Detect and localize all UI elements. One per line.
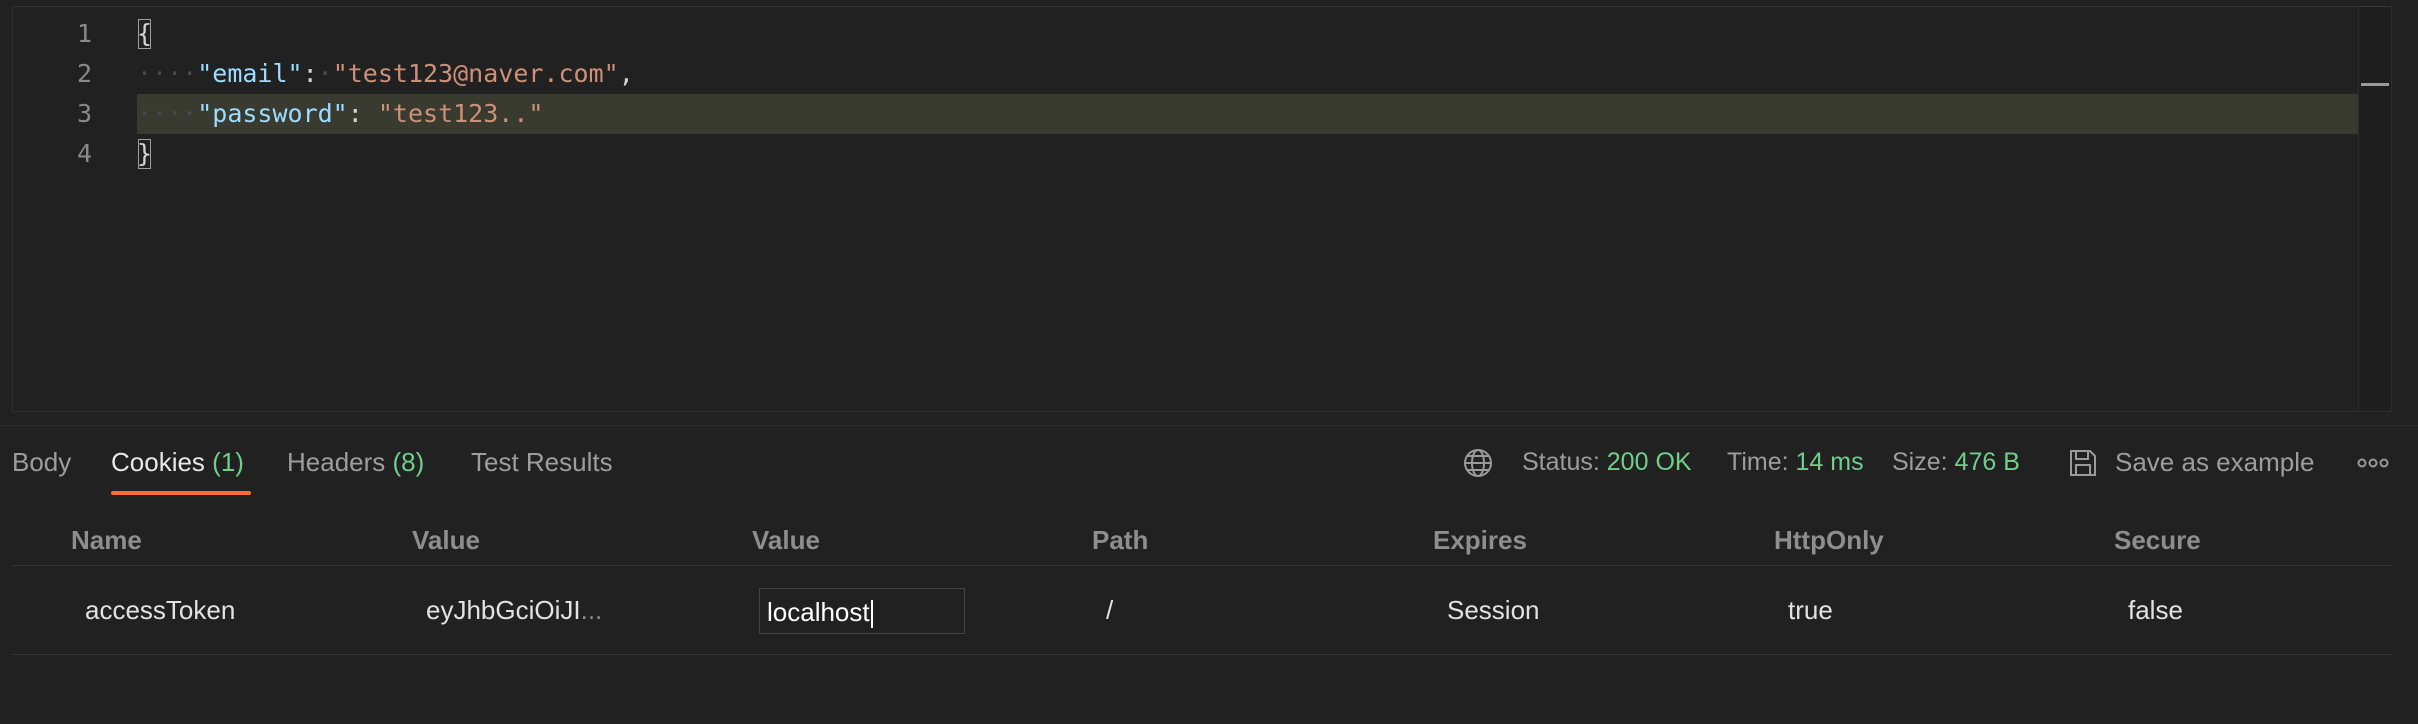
close-brace: } bbox=[137, 139, 153, 169]
column-header-domain: Value bbox=[752, 525, 820, 555]
editor-scrollbar[interactable] bbox=[2358, 7, 2391, 411]
tab-body-label: Body bbox=[12, 447, 72, 477]
json-key-email: "email" bbox=[197, 59, 303, 88]
active-tab-indicator bbox=[111, 491, 251, 495]
more-options-icon[interactable] bbox=[2356, 447, 2390, 479]
status-value: 200 OK bbox=[1606, 448, 1692, 476]
column-header-secure: Secure bbox=[2114, 525, 2201, 555]
whitespace-indent: ···· bbox=[137, 99, 198, 128]
json-value-email: "test123@naver.com" bbox=[332, 59, 619, 88]
status-label: Status: bbox=[1522, 448, 1600, 476]
column-header-expires: Expires bbox=[1433, 525, 1527, 555]
cookie-value-cell[interactable]: eyJhbGciOiJI... bbox=[426, 566, 602, 654]
size-indicator: Size: 476 B bbox=[1892, 426, 2020, 498]
tab-test-results-label: Test Results bbox=[471, 447, 613, 477]
scrollbar-cursor-marker bbox=[2361, 83, 2389, 86]
code-line-4[interactable]: } bbox=[137, 134, 2359, 174]
save-as-example-button[interactable]: Save as example bbox=[2115, 426, 2314, 498]
request-body-editor[interactable]: 1 2 3 4 { ····"email":·"test123@naver.co… bbox=[12, 6, 2392, 412]
size-label: Size: bbox=[1892, 448, 1948, 476]
tab-test-results[interactable]: Test Results bbox=[471, 426, 613, 498]
line-number: 3 bbox=[76, 99, 92, 128]
status-indicator: Status: 200 OK bbox=[1522, 426, 1692, 498]
tab-cookies-label: Cookies bbox=[111, 447, 205, 477]
code-line-1[interactable]: { bbox=[137, 14, 2359, 54]
globe-icon[interactable] bbox=[1462, 447, 1494, 479]
column-header-httponly: HttpOnly bbox=[1774, 525, 1884, 555]
json-colon: : bbox=[302, 59, 318, 88]
cookie-value-ellipsis: ... bbox=[580, 595, 603, 625]
floppy-disk-icon[interactable] bbox=[2067, 447, 2099, 479]
json-comma: , bbox=[618, 59, 634, 88]
cookie-value-text: eyJhbGciOiJI bbox=[426, 595, 581, 625]
cookies-table-header: Name Value Value Path Expires HttpOnly S… bbox=[12, 515, 2392, 566]
cookie-name-cell[interactable]: accessToken bbox=[85, 566, 235, 654]
whitespace-separator: · bbox=[317, 59, 333, 88]
tab-headers[interactable]: Headers (8) bbox=[287, 426, 424, 498]
column-header-value: Value bbox=[412, 525, 480, 555]
time-indicator: Time: 14 ms bbox=[1727, 426, 1864, 498]
open-brace: { bbox=[137, 19, 153, 49]
save-as-example-label: Save as example bbox=[2115, 447, 2315, 477]
json-colon: : bbox=[347, 99, 363, 128]
table-row[interactable]: accessToken eyJhbGciOiJI... localhost / … bbox=[12, 566, 2392, 655]
cookie-secure-cell[interactable]: false bbox=[2128, 566, 2183, 654]
cookie-domain-input[interactable]: localhost bbox=[759, 588, 965, 634]
cookie-path-cell[interactable]: / bbox=[1106, 566, 1113, 654]
cookie-domain-text: localhost bbox=[767, 597, 870, 627]
line-number: 4 bbox=[76, 139, 92, 168]
column-header-path: Path bbox=[1092, 525, 1149, 555]
code-line-2[interactable]: ····"email":·"test123@naver.com", bbox=[137, 54, 2359, 94]
response-tabs-bar: Body Cookies (1) Headers (8) Test Result… bbox=[0, 425, 2418, 498]
cookie-httponly-cell[interactable]: true bbox=[1788, 566, 1833, 654]
tab-headers-count: (8) bbox=[392, 447, 425, 477]
code-line-3-current[interactable]: ····"password": "test123.." bbox=[137, 94, 2359, 134]
time-value: 14 ms bbox=[1795, 448, 1864, 476]
code-area[interactable]: { ····"email":·"test123@naver.com", ····… bbox=[137, 7, 2359, 411]
cookie-expires-cell[interactable]: Session bbox=[1447, 566, 1540, 654]
tab-cookies-count: (1) bbox=[212, 447, 244, 477]
text-caret bbox=[870, 600, 873, 629]
time-label: Time: bbox=[1727, 448, 1789, 476]
json-key-password: "password" bbox=[197, 99, 348, 128]
line-number: 1 bbox=[76, 19, 92, 48]
json-separator bbox=[363, 99, 378, 128]
tab-body[interactable]: Body bbox=[12, 426, 71, 498]
size-value: 476 B bbox=[1954, 448, 2020, 476]
tab-headers-label: Headers bbox=[287, 447, 386, 477]
json-value-password: "test123.." bbox=[377, 99, 544, 128]
line-number-gutter: 1 2 3 4 bbox=[13, 7, 125, 411]
whitespace-indent: ···· bbox=[137, 59, 198, 88]
line-number: 2 bbox=[76, 59, 92, 88]
tab-cookies[interactable]: Cookies (1) bbox=[111, 426, 244, 498]
column-header-name: Name bbox=[71, 525, 142, 555]
